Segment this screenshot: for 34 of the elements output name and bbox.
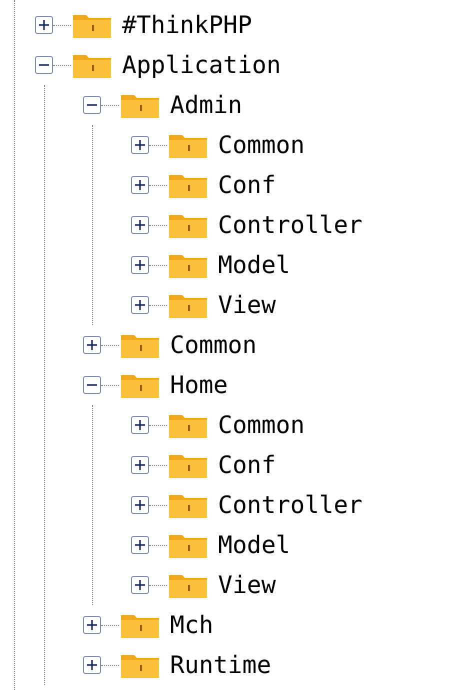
expander-icon[interactable] [131,176,149,194]
expander-icon[interactable] [83,616,101,634]
expander-icon[interactable] [83,656,101,674]
expander-icon[interactable] [131,496,149,514]
expander-icon[interactable] [131,416,149,434]
folder-label[interactable]: Home [170,371,228,399]
folder-label[interactable]: Admin [170,91,242,119]
expander-icon[interactable] [35,16,53,34]
expander-icon[interactable] [131,256,149,274]
expander-icon[interactable] [83,96,101,114]
folder-label[interactable]: Controller [218,491,362,519]
folder-label[interactable]: Mch [170,611,214,639]
expander-icon[interactable] [35,56,53,74]
folder-label[interactable]: Application [122,51,281,79]
expander-icon[interactable] [131,576,149,594]
folder-label[interactable]: Runtime [170,651,272,679]
folder-label[interactable]: Common [170,331,257,359]
folder-label[interactable]: Model [218,531,290,559]
folder-label[interactable]: Conf [218,171,276,199]
folder-label[interactable]: Model [218,251,290,279]
expander-icon[interactable] [131,296,149,314]
folder-label[interactable]: View [218,571,276,599]
expander-icon[interactable] [131,136,149,154]
folder-label[interactable]: Common [218,411,305,439]
folder-label[interactable]: Conf [218,451,276,479]
folder-label[interactable]: Controller [218,211,362,239]
expander-icon[interactable] [83,336,101,354]
folder-label[interactable]: #ThinkPHP [122,11,252,39]
expander-icon[interactable] [83,376,101,394]
folder-label[interactable]: Common [218,131,305,159]
expander-icon[interactable] [131,216,149,234]
expander-icon[interactable] [131,456,149,474]
folder-label[interactable]: View [218,291,276,319]
expander-icon[interactable] [131,536,149,554]
